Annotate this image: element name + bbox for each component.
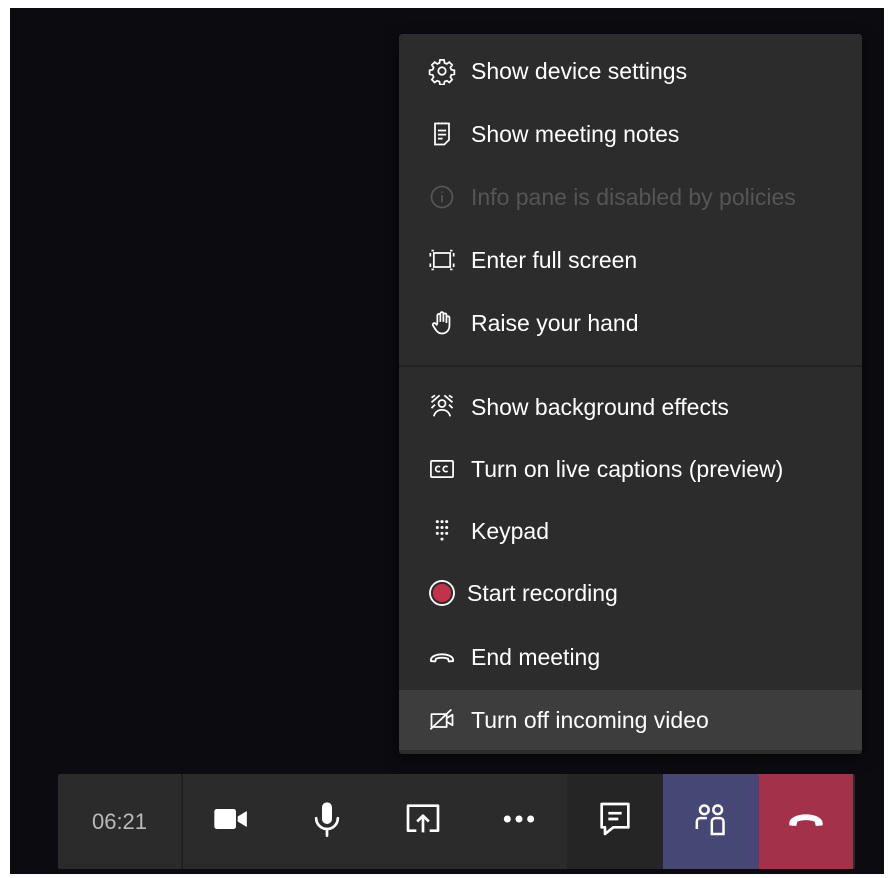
menu-divider [399,365,862,367]
menu-item-label: Turn on live captions (preview) [471,455,784,482]
captions-icon [426,453,458,485]
meeting-timer: 06:21 [58,774,183,869]
menu-item-turn-off-incoming-video[interactable]: Turn off incoming video [399,690,862,750]
participants-icon [691,799,731,844]
microphone-icon [307,799,347,844]
hang-up-button[interactable] [759,774,853,869]
record-icon [426,577,458,609]
menu-item-raise-hand[interactable]: Raise your hand [399,293,862,353]
fullscreen-icon [426,244,458,276]
chat-icon [595,799,635,844]
hand-icon [426,307,458,339]
share-screen-icon [403,799,443,844]
menu-item-label: Start recording [467,579,618,606]
chat-button[interactable] [567,774,663,869]
share-screen-button[interactable] [375,774,471,869]
menu-item-label: Raise your hand [471,309,639,336]
menu-item-full-screen[interactable]: Enter full screen [399,230,862,290]
menu-item-background-effects[interactable]: Show background effects [399,377,862,437]
menu-item-label: Show background effects [471,393,729,420]
meeting-stage: Show device settings Show meeting notes … [10,8,884,874]
participants-button[interactable] [663,774,759,869]
camera-button[interactable] [183,774,279,869]
end-meeting-icon [426,641,458,673]
microphone-button[interactable] [279,774,375,869]
more-options-icon [499,799,539,844]
video-off-icon [426,704,458,736]
camera-icon [211,799,251,844]
menu-item-info-pane-disabled: Info pane is disabled by policies [399,167,862,227]
menu-item-label: Turn off incoming video [471,706,709,733]
menu-item-start-recording[interactable]: Start recording [399,563,862,623]
hang-up-icon [786,799,826,844]
gear-icon [426,55,458,87]
menu-item-label: Enter full screen [471,246,638,273]
background-effects-icon [426,391,458,423]
notes-icon [426,118,458,150]
info-icon [426,181,458,213]
more-options-button[interactable] [471,774,567,869]
meeting-toolbar: 06:21 [58,774,855,869]
menu-item-end-meeting[interactable]: End meeting [399,627,862,687]
menu-item-live-captions[interactable]: Turn on live captions (preview) [399,439,862,499]
keypad-icon [426,515,458,547]
menu-item-keypad[interactable]: Keypad [399,501,862,561]
menu-item-device-settings[interactable]: Show device settings [399,41,862,101]
menu-item-label: Show meeting notes [471,120,680,147]
menu-item-meeting-notes[interactable]: Show meeting notes [399,104,862,164]
menu-item-label: Info pane is disabled by policies [471,183,796,210]
menu-item-label: End meeting [471,643,601,670]
more-actions-menu: Show device settings Show meeting notes … [399,34,862,754]
menu-item-label: Keypad [471,517,550,544]
menu-item-label: Show device settings [471,57,688,84]
